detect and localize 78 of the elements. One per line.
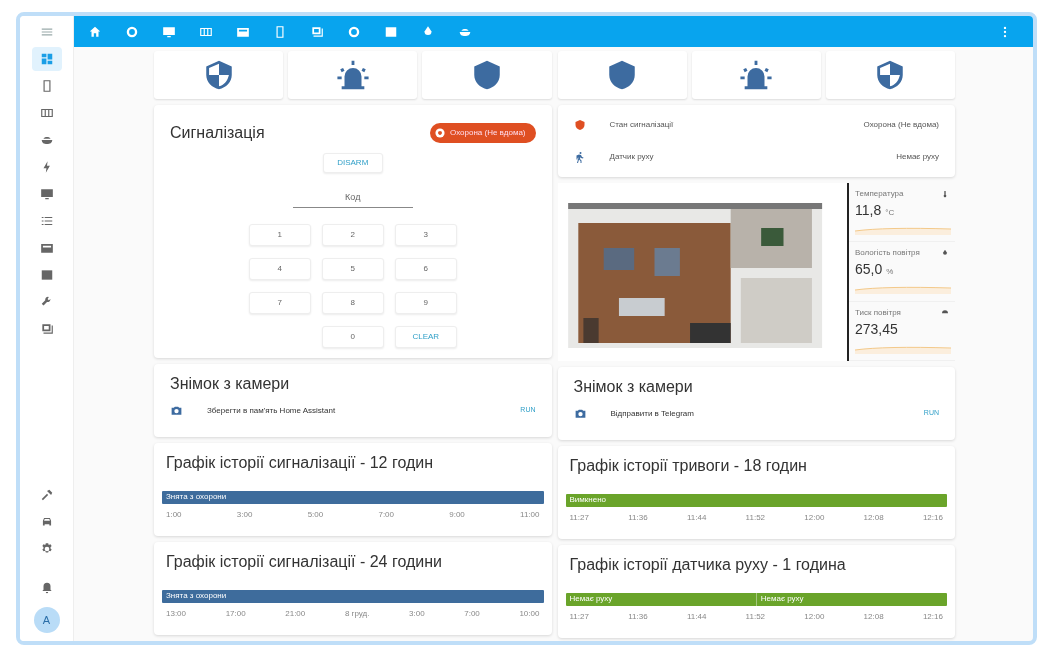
card-title: Графік історії датчика руху - 1 година	[568, 555, 847, 575]
axis-label: 12:08	[863, 611, 884, 623]
sensor-unit: °C	[885, 208, 895, 217]
sensor-name: Вологість повітря	[855, 247, 920, 260]
timeline-segment: Вимкнено	[565, 494, 947, 507]
shield-button[interactable]	[825, 51, 955, 99]
axis-label: 12:08	[863, 512, 884, 524]
keypad-key[interactable]: 6	[394, 257, 457, 280]
panel-title: Сигналізація	[170, 123, 265, 143]
timeline-segment: Немає руху	[755, 593, 947, 606]
sensor-value: 65,0	[855, 261, 883, 278]
siren-button[interactable]	[288, 51, 418, 99]
sensor-value: 273,45	[855, 320, 898, 337]
axis-label: 7:00	[464, 608, 480, 620]
axis-label: 11:00	[520, 509, 540, 521]
camera-icon	[573, 407, 587, 420]
state-badge: Охорона (Не вдома)	[430, 123, 536, 143]
user-avatar[interactable]: A	[33, 607, 60, 633]
sensor-name: Тиск повітря	[855, 306, 901, 319]
timeline-segment: Знята з охорони	[162, 491, 544, 504]
card-title: Знімок з камери	[170, 374, 291, 394]
card-title: Графік історії сигналізації - 12 годин	[165, 453, 435, 473]
dashboard-icon[interactable]	[31, 47, 62, 71]
axis-label: 13:00	[166, 608, 187, 620]
sensor-name: Температура	[855, 188, 904, 200]
keypad-key[interactable]: 9	[394, 291, 457, 314]
axis-label: 21:00	[285, 608, 306, 620]
keypad-key[interactable]: 2	[321, 223, 384, 246]
axis-label: 9:00	[449, 509, 465, 521]
axis-label: 11:52	[745, 512, 766, 524]
sensor-value: 11,8	[855, 202, 882, 218]
keypad-key[interactable]: 4	[248, 257, 311, 280]
siren-icon	[739, 58, 774, 92]
shield-button[interactable]	[557, 51, 687, 99]
axis-label: 12:00	[804, 512, 825, 524]
axis-label: 11:27	[569, 512, 589, 524]
axis-label: 17:00	[225, 608, 246, 620]
script-name: Відправити в Telegram	[610, 407, 695, 420]
axis-label: 12:16	[922, 512, 943, 524]
axis-label: 3:00	[236, 509, 253, 521]
timeline-segment: Немає руху	[565, 593, 756, 606]
axis-label: 5:00	[307, 509, 324, 521]
keypad-key[interactable]: 0	[321, 325, 384, 348]
axis-label: 7:00	[378, 509, 394, 521]
keypad-key[interactable]: 5	[321, 257, 384, 280]
axis-label: 11:36	[628, 611, 648, 623]
entity-state: Немає руху	[896, 151, 939, 163]
siren-icon	[335, 58, 370, 92]
axis-label: 8 груд.	[344, 608, 370, 620]
keypad-key[interactable]: 8	[321, 291, 384, 314]
axis-label: 11:36	[628, 512, 648, 524]
card-title: Графік історії тривоги - 18 годин	[568, 456, 808, 476]
keypad-key[interactable]: 3	[394, 223, 457, 246]
axis-label: 11:44	[686, 611, 707, 623]
axis-label: 11:27	[569, 611, 589, 623]
axis-label: 1:00	[166, 509, 182, 521]
script-name: Зберегти в пам'ять Home Assistant	[207, 404, 337, 417]
sensor-unit: %	[886, 267, 894, 277]
axis-label: 10:00	[519, 608, 540, 620]
keypad-key[interactable]: 1	[248, 223, 311, 246]
siren-button[interactable]	[691, 51, 821, 99]
thermometer-icon	[941, 188, 949, 200]
shield-button[interactable]	[154, 51, 284, 99]
axis-label: 12:00	[804, 611, 825, 623]
entity-state: Охорона (Не вдома)	[863, 119, 939, 131]
card-title: Графік історії сигналізації - 24 години	[165, 552, 443, 572]
timeline-segment: Знята з охорони	[162, 590, 544, 603]
entity-name: Стан сигналізації	[609, 119, 675, 131]
axis-label: 11:52	[745, 611, 766, 623]
code-field[interactable]: Код	[292, 189, 413, 208]
camera-icon	[170, 404, 183, 417]
entity-name: Датчик руху	[609, 151, 655, 163]
axis-label: 12:16	[922, 611, 943, 623]
shield-button[interactable]	[422, 51, 552, 99]
axis-label: 3:00	[409, 608, 425, 620]
keypad-key[interactable]: 7	[248, 291, 311, 314]
axis-label: 11:44	[686, 512, 707, 524]
card-title: Знімок з камери	[573, 377, 694, 397]
